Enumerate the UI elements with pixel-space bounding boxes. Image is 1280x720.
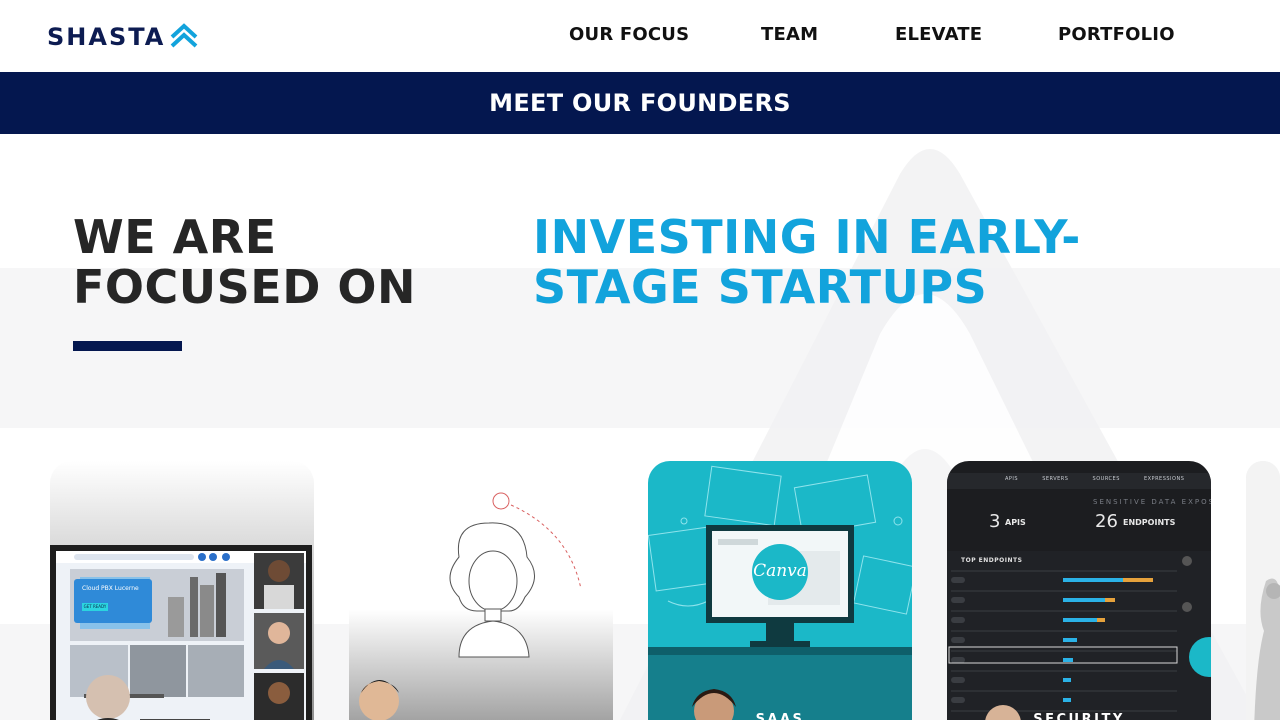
stat-endpoints-value: 26 (1095, 511, 1118, 532)
heading-underline-bar (73, 341, 182, 351)
dashboard-tab: EXPRESSIONS (1143, 476, 1185, 482)
focus-card-illustration[interactable] (349, 461, 613, 720)
site-header: SHASTA OUR FOCUS TEAM ELEVATE PORTFOLIO (0, 0, 1280, 72)
dashboard-tab: SOURCES (1092, 476, 1120, 482)
screen-button: GET READY (82, 603, 108, 611)
meet-founders-banner[interactable]: MEET OUR FOUNDERS (0, 72, 1280, 134)
card-label-saas: SAAS (755, 712, 805, 720)
focus-card-video[interactable]: Cloud PBX Lucerne GET READY (50, 461, 314, 720)
hero-heading-right: INVESTING IN EARLY-STAGE STARTUPS (533, 210, 1081, 314)
focus-card-saas[interactable]: Canva SAAS (648, 461, 912, 720)
focus-card-security[interactable]: APIS SERVERS SOURCES EXPRESSIONS SENSITI… (947, 461, 1211, 720)
dashboard-tab: SERVERS (1042, 476, 1069, 482)
stat-apis-value: 3 (989, 511, 1001, 532)
stat-apis-label: APIS (1005, 518, 1026, 527)
banner-label: MEET OUR FOUNDERS (489, 89, 791, 117)
stat-endpoints-label: ENDPOINTS (1123, 518, 1176, 527)
dashboard-title: SENSITIVE DATA EXPOSURE (1093, 498, 1211, 506)
saas-monitor-illustration (648, 461, 912, 720)
dashboard-tab: APIS (1005, 476, 1019, 482)
nav-item-our-focus[interactable]: OUR FOCUS (569, 24, 689, 45)
dashboard-tabs: APIS SERVERS SOURCES EXPRESSIONS (1005, 476, 1205, 482)
hero-heading-left: WE ARE FOCUSED ON (73, 210, 416, 314)
avatar-line-illustration (349, 461, 613, 720)
nav-item-team[interactable]: TEAM (761, 24, 818, 45)
top-endpoints-title: TOP ENDPOINTS (961, 557, 1023, 564)
canva-logo-text: Canva (753, 561, 807, 581)
focus-card-partial[interactable] (1246, 461, 1280, 720)
main-nav: OUR FOCUS TEAM ELEVATE PORTFOLIO (0, 24, 1280, 48)
card-label-security: SECURITY (1033, 712, 1125, 720)
nav-item-portfolio[interactable]: PORTFOLIO (1058, 24, 1175, 45)
nav-item-elevate[interactable]: ELEVATE (895, 24, 982, 45)
screen-title: Cloud PBX Lucerne (82, 585, 139, 592)
hero-section: WE ARE FOCUSED ON INVESTING IN EARLY-STA… (0, 134, 1280, 720)
robot-figure-illustration (1246, 461, 1280, 720)
